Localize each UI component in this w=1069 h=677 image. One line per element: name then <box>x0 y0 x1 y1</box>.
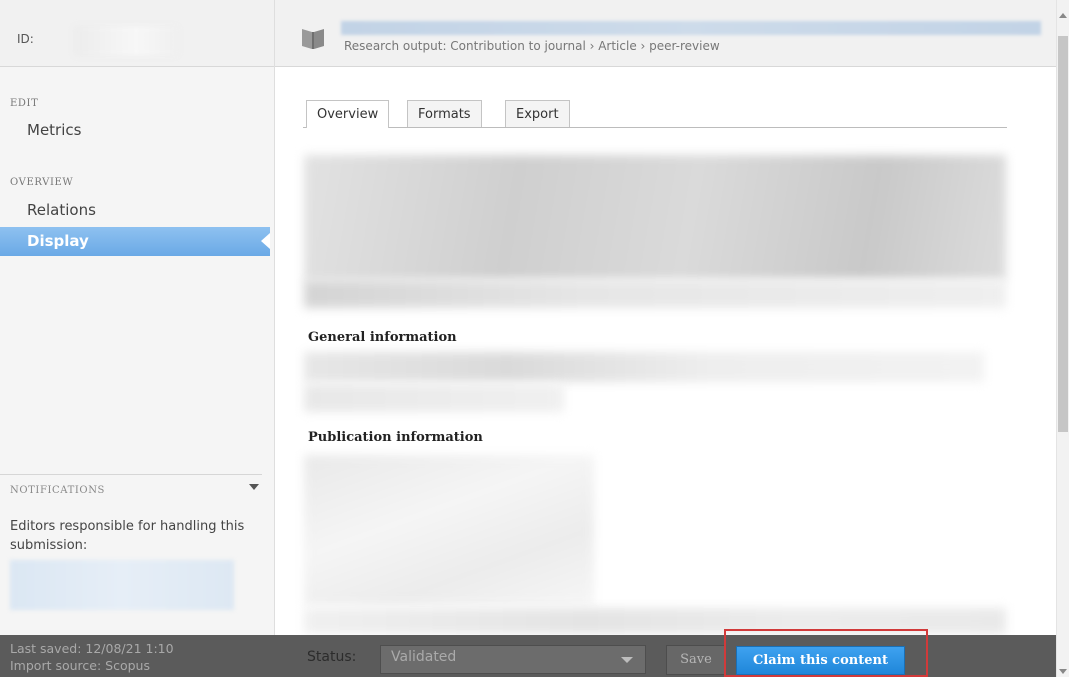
sidebar-item-relations[interactable]: Relations <box>0 196 260 225</box>
sidebar-item-label: Display <box>27 232 89 250</box>
abstract-redacted <box>304 155 1006 280</box>
scrollbar-thumb[interactable] <box>1058 36 1068 432</box>
chevron-down-icon[interactable] <box>249 484 259 490</box>
general-information-heading: General information <box>308 330 457 345</box>
publication-info-redacted <box>304 455 594 605</box>
tab-export[interactable]: Export <box>505 100 570 127</box>
last-saved: Last saved: 12/08/21 1:10 <box>10 641 174 656</box>
tabs-underline <box>303 127 1007 128</box>
notifications-title: NOTIFICATIONS <box>10 485 106 496</box>
general-info-redacted <box>304 352 984 382</box>
id-value-redacted <box>74 26 178 56</box>
book-icon <box>302 29 324 49</box>
sidebar-item-label: Relations <box>27 201 96 219</box>
scroll-up-icon[interactable] <box>1059 13 1067 18</box>
status-value: Validated <box>391 649 457 665</box>
sidebar-item-label: Metrics <box>27 121 82 139</box>
general-info-redacted-line <box>304 384 564 412</box>
section-title-edit: EDIT <box>10 98 39 109</box>
title-redacted <box>341 21 1041 35</box>
import-source: Import source: Scopus <box>10 658 150 673</box>
dropdown-caret-icon[interactable] <box>621 657 633 663</box>
breadcrumb: Research output: Contribution to journal… <box>344 39 720 53</box>
publication-information-heading: Publication information <box>308 430 483 445</box>
status-label: Status: <box>307 649 357 665</box>
claim-content-button[interactable]: Claim this content <box>736 646 905 675</box>
tab-overview[interactable]: Overview <box>306 100 390 128</box>
save-button[interactable]: Save <box>666 645 726 675</box>
editors-redacted <box>10 560 234 610</box>
notifications-text: Editors responsible for handling this su… <box>10 519 245 553</box>
section-title-overview: OVERVIEW <box>10 177 74 188</box>
scroll-down-icon[interactable] <box>1059 669 1067 674</box>
id-label: ID: <box>17 32 34 46</box>
notifications-divider <box>0 474 262 475</box>
sidebar-item-metrics[interactable]: Metrics <box>0 116 260 145</box>
tab-formats[interactable]: Formats <box>407 100 482 127</box>
abstract-redacted-line <box>304 280 1006 308</box>
save-info: Last saved: 12/08/21 1:10 Import source:… <box>10 640 174 674</box>
sidebar-item-display[interactable]: Display <box>0 227 270 256</box>
